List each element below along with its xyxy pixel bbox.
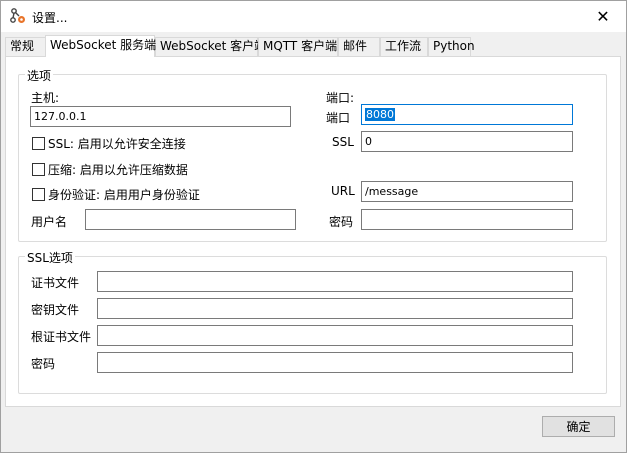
key-file-input[interactable]	[97, 298, 573, 319]
app-icon	[9, 7, 27, 25]
tab-mqtt-client[interactable]: MQTT 客户端	[258, 37, 338, 56]
auth-checkbox-label: 身份验证: 启用用户身份验证	[48, 188, 200, 202]
port-label: 端口	[326, 111, 351, 125]
ssl-input[interactable]: 0	[361, 131, 573, 152]
options-group-title: 选项	[25, 67, 54, 84]
cert-file-label: 证书文件	[31, 276, 80, 290]
tab-mail[interactable]: 邮件	[338, 37, 380, 56]
ssl-checkbox-box[interactable]	[32, 137, 45, 150]
ssl-options-group-title: SSL选项	[25, 249, 75, 266]
password-input[interactable]	[361, 209, 573, 230]
host-label: 主机:	[31, 91, 60, 105]
password-label: 密码	[329, 215, 354, 229]
auth-checkbox-box[interactable]	[32, 188, 45, 201]
port-header-label: 端口:	[326, 91, 355, 105]
username-label: 用户名	[31, 215, 68, 229]
compress-checkbox-box[interactable]	[32, 163, 45, 176]
tab-workflow[interactable]: 工作流	[380, 37, 428, 56]
close-button[interactable]: ✕	[580, 1, 626, 32]
ssl-checkbox-label: SSL: 启用以允许安全连接	[48, 137, 186, 151]
root-cert-file-input[interactable]	[97, 325, 573, 346]
title-bar: 设置... ✕	[1, 1, 626, 32]
ok-button[interactable]: 确定	[542, 416, 615, 437]
url-label: URL	[331, 184, 355, 198]
root-cert-file-label: 根证书文件	[31, 330, 92, 344]
window-title: 设置...	[32, 11, 68, 25]
tab-websocket-server[interactable]: WebSocket 服务端	[45, 35, 156, 57]
ssl-checkbox[interactable]: SSL: 启用以允许安全连接	[32, 135, 186, 152]
tab-websocket-client[interactable]: WebSocket 客户端	[155, 37, 266, 56]
settings-dialog: 设置... ✕ 常规 WebSocket 服务端 WebSocket 客户端 M…	[0, 0, 627, 453]
port-input[interactable]: 8080	[361, 104, 573, 125]
ssl-label: SSL	[332, 135, 354, 149]
port-value: 8080	[365, 108, 395, 121]
key-file-label: 密钥文件	[31, 303, 80, 317]
ssl-password-label: 密码	[31, 357, 56, 371]
ssl-password-input[interactable]	[97, 352, 573, 373]
tab-python[interactable]: Python	[428, 37, 475, 56]
username-input[interactable]	[85, 209, 296, 230]
url-input[interactable]: /message	[361, 181, 573, 202]
tab-panel: 选项 主机: 127.0.0.1 端口: 端口 8080 SSL: 启用以允许安…	[5, 56, 621, 407]
host-input[interactable]: 127.0.0.1	[30, 106, 291, 127]
close-icon: ✕	[596, 7, 610, 26]
cert-file-input[interactable]	[97, 271, 573, 292]
tab-strip: 常规 WebSocket 服务端 WebSocket 客户端 MQTT 客户端 …	[1, 35, 626, 57]
tab-general[interactable]: 常规	[5, 37, 46, 56]
compress-checkbox-label: 压缩: 启用以允许压缩数据	[48, 163, 188, 177]
auth-checkbox[interactable]: 身份验证: 启用用户身份验证	[32, 186, 200, 203]
compress-checkbox[interactable]: 压缩: 启用以允许压缩数据	[32, 161, 188, 178]
